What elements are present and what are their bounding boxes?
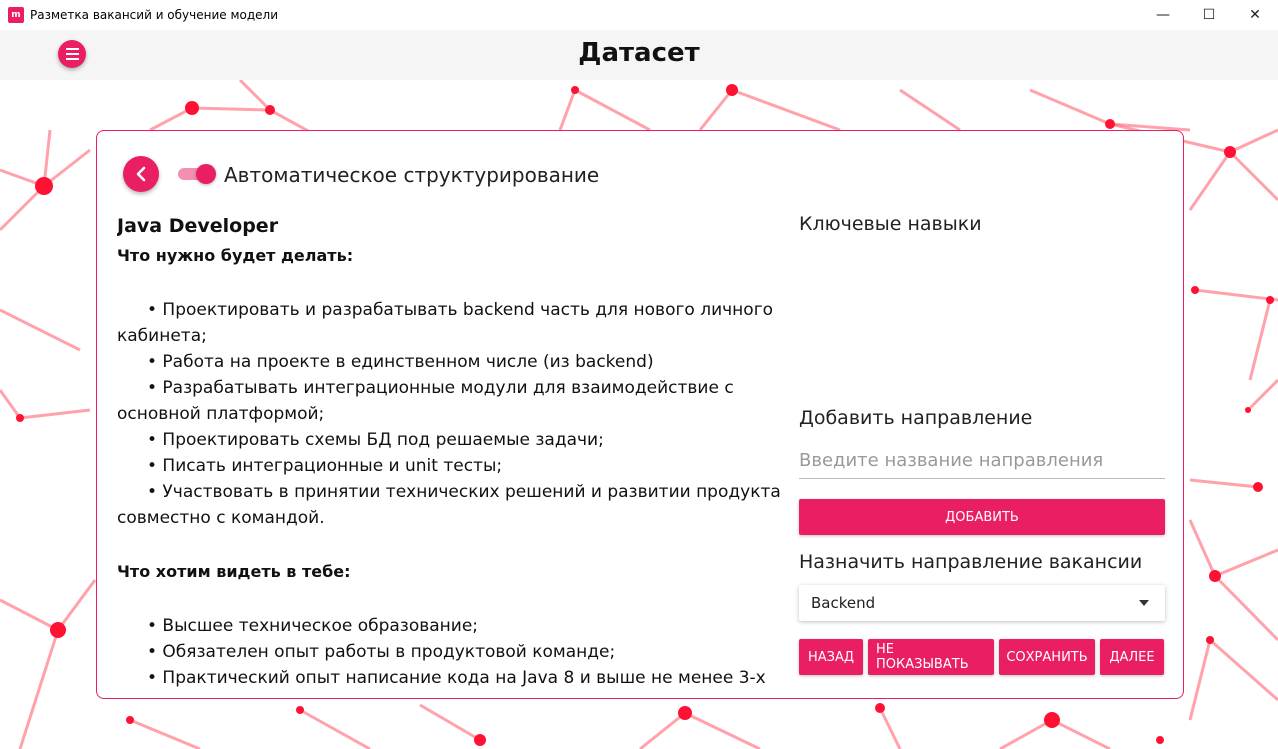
- window-titlebar: m Разметка вакансий и обучение модели — …: [0, 0, 1278, 30]
- window-controls: — ☐ ✕: [1140, 0, 1278, 30]
- window-title: Разметка вакансий и обучение модели: [30, 8, 279, 22]
- direction-name-input[interactable]: Введите название направления: [799, 443, 1165, 479]
- close-button[interactable]: ✕: [1232, 0, 1278, 30]
- save-button[interactable]: СОХРАНИТЬ: [999, 639, 1095, 675]
- list-item: • Писать интеграционные и unit тесты;: [147, 456, 503, 476]
- list-item: • Проектировать схемы БД под решаемые за…: [147, 430, 604, 450]
- app-icon: m: [8, 7, 24, 23]
- list-item: • Участвовать в принятии технических реш…: [117, 482, 781, 528]
- maximize-button[interactable]: ☐: [1186, 0, 1232, 30]
- back-button[interactable]: НАЗАД: [799, 639, 863, 675]
- app-header: Датасет: [0, 30, 1278, 80]
- next-button[interactable]: ДАЛЕЕ: [1100, 639, 1164, 675]
- action-buttons: НАЗАД НЕ ПОКАЗЫВАТЬ СОХРАНИТЬ ДАЛЕЕ: [799, 639, 1164, 675]
- page-title: Датасет: [578, 38, 700, 68]
- direction-select-value: Backend: [811, 594, 876, 612]
- auto-structuring-label: Автоматическое структурирование: [224, 163, 600, 187]
- direction-select[interactable]: Backend: [799, 585, 1165, 621]
- list-item: • Практический опыт написание кода на Ja…: [147, 668, 766, 688]
- toggle-thumb: [196, 164, 216, 184]
- list-item: • Обязателен опыт работы в продуктовой к…: [147, 642, 616, 662]
- description-body: Что нужно будет делать: • Проектировать …: [117, 241, 797, 691]
- list-item: • Высшее техническое образование;: [147, 616, 479, 636]
- chevron-left-icon: [136, 166, 146, 182]
- back-circle-button[interactable]: [123, 156, 159, 192]
- hide-button[interactable]: НЕ ПОКАЗЫВАТЬ: [868, 639, 994, 675]
- section-heading: Что нужно будет делать:: [117, 246, 354, 265]
- minimize-button[interactable]: —: [1140, 0, 1186, 30]
- add-direction-button[interactable]: ДОБАВИТЬ: [799, 499, 1165, 535]
- job-title: Java Developer: [117, 215, 279, 237]
- list-item: • Разрабатывать интеграционные модули дл…: [117, 378, 734, 424]
- skills-title: Ключевые навыки: [799, 213, 982, 235]
- assign-direction-title: Назначить направление вакансии: [799, 551, 1143, 573]
- list-item: • Проектировать и разрабатывать backend …: [117, 300, 774, 346]
- vacancy-card: Автоматическое структурирование Java Dev…: [96, 130, 1184, 699]
- auto-structuring-toggle[interactable]: [178, 164, 216, 184]
- list-item: • Работа на проекте в единственном числе…: [147, 352, 654, 372]
- caret-down-icon: [1139, 600, 1149, 606]
- vacancy-description: Java Developer Что нужно будет делать: •…: [117, 211, 797, 691]
- add-direction-title: Добавить направление: [799, 407, 1033, 429]
- section-heading: Что хотим видеть в тебе:: [117, 562, 351, 581]
